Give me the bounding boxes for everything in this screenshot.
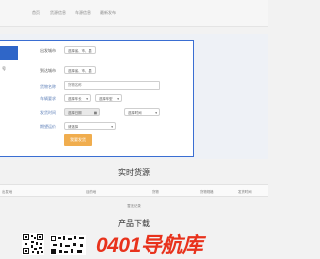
column-header: 货物规格: [200, 190, 214, 194]
submit-shipping-button[interactable]: 我要发货: [64, 134, 92, 146]
origin-label: 出发城市: [40, 48, 56, 53]
ship-date-input[interactable]: 选择日期 ▦: [64, 108, 100, 116]
chevron-down-icon: ▾: [155, 111, 157, 115]
top-nav: 首页 货源信息 车源信息 最新发布: [0, 0, 268, 27]
side-text: 号: [2, 66, 6, 71]
product-download-title: 产品下载: [118, 219, 150, 228]
vehicle-label: 车辆要求: [40, 96, 56, 101]
empty-records-text: 暂无记录: [127, 204, 141, 208]
calendar-icon: ▦: [93, 111, 97, 115]
cargo-name-label: 货物名称: [40, 84, 56, 89]
nav-item-latest[interactable]: 最新发布: [100, 10, 116, 16]
realtime-cargo-title: 实时货源: [118, 168, 150, 177]
nav-item-vehicle[interactable]: 车源信息: [75, 10, 91, 16]
qr-code-icon: [22, 233, 44, 255]
ship-period-select[interactable]: 选择时间 ▾: [124, 108, 160, 116]
column-header: 发货时间: [238, 190, 252, 194]
origin-select[interactable]: 选择省、市、县: [64, 46, 96, 54]
watermark-text: 0401导航库: [96, 234, 203, 257]
ship-time-label: 发货时间: [40, 110, 56, 115]
column-header: 目的地: [86, 190, 97, 194]
chevron-down-icon: ▾: [86, 97, 88, 101]
freight-label: 期望运价: [40, 124, 56, 129]
realtime-table-header: 出发地 目的地 货物 货物规格 发货时间: [0, 184, 268, 197]
vehicle-type-select[interactable]: 选择车型 ▾: [95, 94, 122, 102]
freight-select[interactable]: 请选择 ▾: [64, 122, 116, 130]
cargo-name-input[interactable]: [64, 81, 160, 90]
column-header: 出发地: [2, 190, 13, 194]
destination-label: 到达城市: [40, 68, 56, 73]
side-tab[interactable]: [0, 46, 18, 60]
nav-item-home[interactable]: 首页: [32, 10, 40, 16]
destination-select[interactable]: 选择省、市、县: [64, 66, 96, 74]
chevron-down-icon: ▾: [117, 97, 119, 101]
vehicle-length-select[interactable]: 选择车长 ▾: [64, 94, 91, 102]
qr-code-icon: [50, 235, 86, 255]
column-header: 货物: [152, 190, 159, 194]
nav-item-cargo[interactable]: 货源信息: [50, 10, 66, 16]
chevron-down-icon: ▾: [111, 125, 113, 129]
